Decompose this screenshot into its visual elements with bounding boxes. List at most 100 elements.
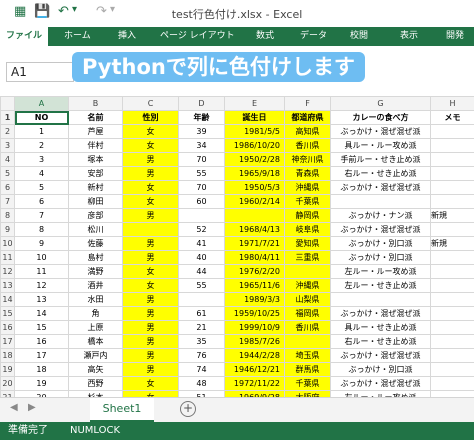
column-header-e[interactable]: E [224, 96, 285, 111]
row-header[interactable]: 9 [0, 222, 15, 237]
cell[interactable]: ぶっかけ・別口派 [330, 250, 431, 265]
cell[interactable]: 芦屋 [68, 124, 123, 139]
cell[interactable] [430, 334, 474, 349]
cell[interactable]: 1 [14, 124, 69, 139]
cell[interactable]: 新規 [430, 236, 474, 251]
column-header-f[interactable]: F [284, 96, 331, 111]
cell[interactable]: 岐阜県 [284, 222, 331, 237]
cell[interactable]: 15 [14, 320, 69, 335]
cell[interactable]: ぶっかけ・別口派 [330, 236, 431, 251]
cell[interactable]: 上原 [68, 320, 123, 335]
cell[interactable] [430, 292, 474, 307]
cell[interactable]: 1946/12/21 [224, 362, 285, 377]
column-header-c[interactable]: C [122, 96, 179, 111]
cell[interactable]: 1960/2/14 [224, 194, 285, 209]
cell[interactable] [430, 152, 474, 167]
cell[interactable]: 1950/2/28 [224, 152, 285, 167]
cell[interactable]: 70 [178, 180, 225, 195]
cell[interactable] [430, 278, 474, 293]
cell[interactable] [430, 362, 474, 377]
tab-data[interactable]: データ [300, 27, 327, 46]
cell[interactable]: 安部 [68, 166, 123, 181]
cell[interactable] [430, 320, 474, 335]
cell[interactable]: 10 [14, 250, 69, 265]
name-box[interactable]: A1 [6, 62, 74, 82]
cell[interactable]: 酒井 [68, 278, 123, 293]
cell[interactable]: 男 [122, 334, 179, 349]
cell[interactable]: 17 [14, 348, 69, 363]
cell[interactable] [330, 194, 431, 209]
cell[interactable]: 19 [14, 376, 69, 391]
cell[interactable]: 左ルー・せき止め派 [330, 278, 431, 293]
cell[interactable]: 男 [122, 306, 179, 321]
row-header[interactable]: 1 [0, 110, 15, 125]
cell[interactable]: 男 [122, 166, 179, 181]
cell[interactable] [430, 264, 474, 279]
cell[interactable]: 右ルー・せき止め派 [330, 334, 431, 349]
column-header-a[interactable]: A [14, 96, 69, 111]
cell[interactable]: 39 [178, 124, 225, 139]
cell[interactable]: 35 [178, 334, 225, 349]
cell[interactable]: 1986/10/20 [224, 138, 285, 153]
column-title-cell[interactable]: 名前 [68, 110, 123, 125]
cell[interactable]: 74 [178, 362, 225, 377]
column-title-cell[interactable]: 都道府県 [284, 110, 331, 125]
cell[interactable]: 伴村 [68, 138, 123, 153]
cell[interactable]: 千葉県 [284, 376, 331, 391]
cell[interactable] [284, 264, 331, 279]
cell[interactable]: 千葉県 [284, 194, 331, 209]
cell[interactable]: 1950/5/3 [224, 180, 285, 195]
cell[interactable]: 61 [178, 306, 225, 321]
cell[interactable]: 女 [122, 264, 179, 279]
cell[interactable]: 52 [178, 222, 225, 237]
sheet-next-icon[interactable]: ▶ [28, 402, 36, 413]
tab-insert[interactable]: 挿入 [118, 27, 136, 46]
row-header[interactable]: 11 [0, 250, 15, 265]
select-all-corner[interactable] [0, 96, 15, 111]
cell[interactable] [430, 166, 474, 181]
cell[interactable]: 13 [14, 292, 69, 307]
column-title-cell[interactable]: NO [14, 110, 69, 125]
cell[interactable]: 瀬戸内 [68, 348, 123, 363]
cell[interactable] [122, 222, 179, 237]
cell[interactable]: 76 [178, 348, 225, 363]
tab-developer[interactable]: 開発 [446, 27, 464, 46]
cell[interactable]: 女 [122, 194, 179, 209]
cell[interactable]: 1989/3/3 [224, 292, 285, 307]
cell[interactable] [430, 348, 474, 363]
cell[interactable]: 1959/10/25 [224, 306, 285, 321]
cell[interactable]: ぶっかけ・混ぜ混ぜ派 [330, 306, 431, 321]
cell[interactable]: 三重県 [284, 250, 331, 265]
column-header-d[interactable]: D [178, 96, 225, 111]
cell[interactable]: 6 [14, 194, 69, 209]
cell[interactable]: 左ルー・ルー攻め派 [330, 264, 431, 279]
cell[interactable] [430, 306, 474, 321]
row-header[interactable]: 10 [0, 236, 15, 251]
cell[interactable]: 女 [122, 138, 179, 153]
cell[interactable]: 34 [178, 138, 225, 153]
cell[interactable]: 14 [14, 306, 69, 321]
column-title-cell[interactable]: 性別 [122, 110, 179, 125]
row-header[interactable]: 16 [0, 320, 15, 335]
column-header-g[interactable]: G [330, 96, 431, 111]
cell[interactable]: 角 [68, 306, 123, 321]
cell[interactable]: 男 [122, 152, 179, 167]
cell[interactable]: 高矢 [68, 362, 123, 377]
cell[interactable] [430, 138, 474, 153]
column-title-cell[interactable]: メモ [430, 110, 474, 125]
cell[interactable] [284, 334, 331, 349]
row-header[interactable]: 2 [0, 124, 15, 139]
cell[interactable]: 55 [178, 278, 225, 293]
cell[interactable] [430, 222, 474, 237]
cell[interactable]: 満野 [68, 264, 123, 279]
column-title-cell[interactable]: 年齢 [178, 110, 225, 125]
column-header-b[interactable]: B [68, 96, 123, 111]
cell[interactable]: 21 [178, 320, 225, 335]
cell[interactable]: 新村 [68, 180, 123, 195]
cell[interactable]: 60 [178, 194, 225, 209]
cell[interactable]: 右ルー・せき止め派 [330, 166, 431, 181]
cell[interactable]: 佐藤 [68, 236, 123, 251]
cell[interactable]: 男 [122, 208, 179, 223]
cell[interactable]: 福岡県 [284, 306, 331, 321]
cell[interactable] [430, 180, 474, 195]
